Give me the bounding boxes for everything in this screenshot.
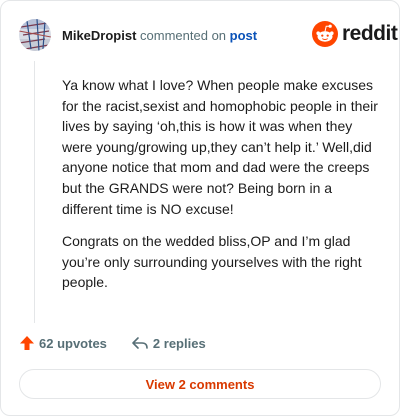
upvote-count: 62 upvotes	[39, 335, 107, 351]
reddit-logo[interactable]: reddit	[312, 21, 398, 47]
comment-header: MikeDropist commented on post	[62, 28, 257, 44]
thread-line	[34, 61, 35, 323]
post-link[interactable]: post	[230, 28, 257, 43]
comment-paragraph-1: Ya know what I love? When people make ex…	[62, 77, 378, 217]
reply-arrow-icon	[132, 337, 148, 349]
view-comments-button[interactable]: View 2 comments	[19, 369, 381, 399]
avatar-image	[19, 19, 51, 51]
comment-paragraph-2: Congrats on the wedded bliss,OP and I’m …	[62, 233, 362, 291]
replies-button[interactable]: 2 replies	[131, 335, 206, 351]
upvote-button[interactable]: 62 upvotes	[19, 335, 107, 351]
reddit-snoo-icon	[312, 21, 338, 47]
reply-count: 2 replies	[152, 335, 206, 351]
comment-card: MikeDropist commented on post reddit Ya …	[0, 0, 400, 416]
comment-body: Ya know what I love? When people make ex…	[62, 75, 382, 305]
username[interactable]: MikeDropist	[62, 28, 136, 43]
view-comments-label: View 2 comments	[145, 376, 255, 392]
comment-footer: 62 upvotes 2 replies	[19, 335, 206, 351]
reddit-wordmark: reddit	[342, 22, 398, 45]
upvote-arrow-icon	[20, 336, 34, 350]
action-text: commented on	[140, 28, 227, 43]
avatar[interactable]	[19, 19, 51, 51]
